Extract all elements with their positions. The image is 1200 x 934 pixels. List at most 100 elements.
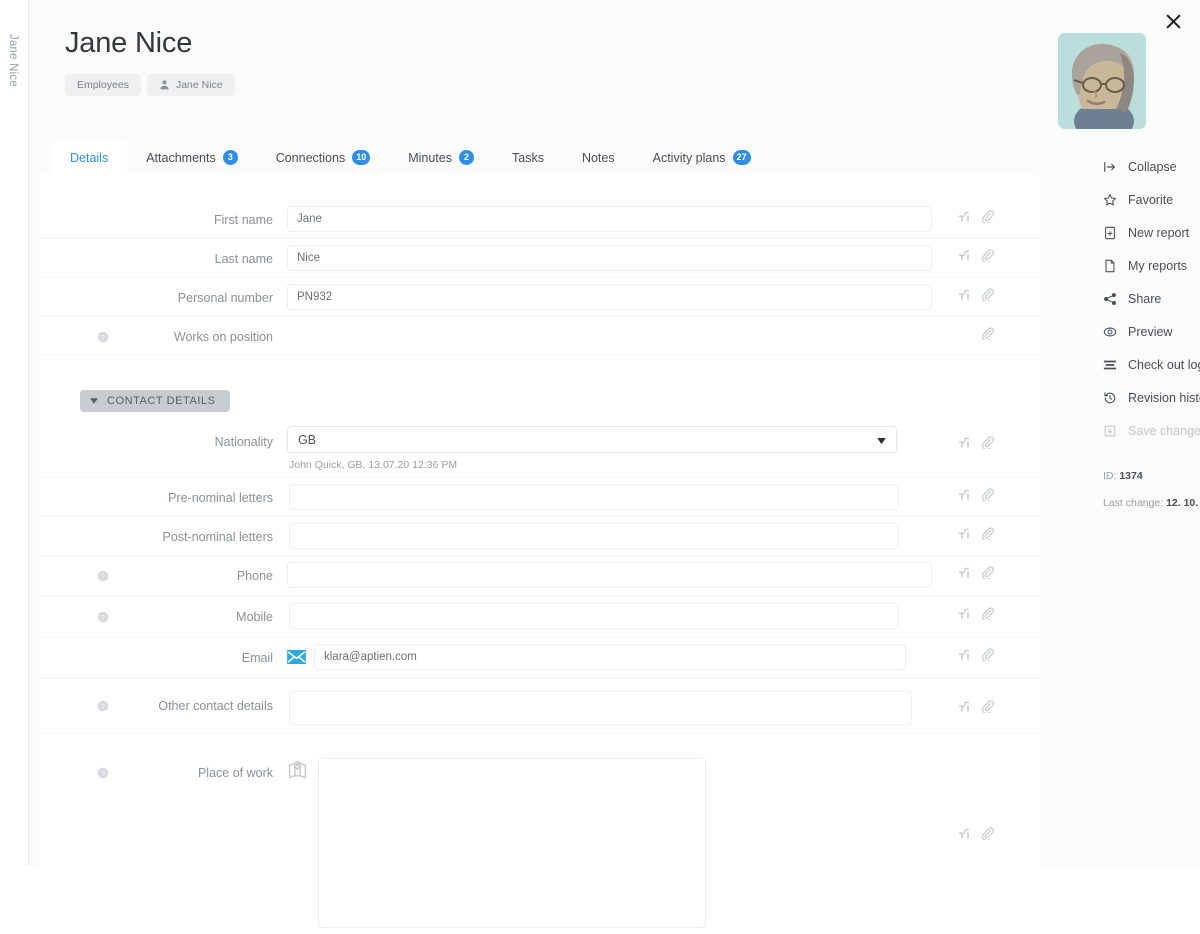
first-name-input[interactable]: Jane (287, 206, 932, 232)
help-icon[interactable]: ? (97, 610, 109, 623)
sidebar-item-label: Preview (1128, 324, 1173, 339)
avatar[interactable] (1058, 33, 1146, 129)
tab-badge: 10 (352, 150, 371, 165)
section-chip[interactable]: CONTACT DETAILS (80, 390, 230, 412)
field-label: Pre-nominal letters (168, 491, 273, 505)
form-row-email: Email klara@aptien.com (39, 638, 1040, 679)
star-icon (1103, 193, 1117, 207)
pin-icon[interactable] (957, 488, 970, 506)
tab-connections[interactable]: Connections 10 (257, 141, 390, 174)
row-actions (957, 827, 994, 845)
tab-label: Minutes (408, 150, 452, 165)
tab-bar: Details Attachments 3 Connections 10 Min… (51, 141, 770, 174)
tab-tasks[interactable]: Tasks (493, 141, 563, 174)
row-actions (957, 210, 994, 228)
other-contact-details-input[interactable] (289, 691, 912, 725)
mobile-input[interactable] (289, 603, 899, 629)
sidebar-item-label: My reports (1128, 258, 1188, 273)
pin-icon[interactable] (957, 210, 970, 228)
help-icon[interactable]: ? (97, 766, 109, 779)
pin-icon[interactable] (957, 607, 970, 625)
close-icon[interactable] (1161, 9, 1185, 33)
works-on-position-value[interactable] (287, 323, 1040, 345)
place-of-work-input[interactable] (318, 758, 706, 928)
sidebar-item-collapse[interactable]: Collapse (1069, 150, 1200, 183)
paperclip-icon[interactable] (981, 648, 994, 666)
sidebar-item-revision-history[interactable]: Revision history (1069, 381, 1200, 414)
caret-down-icon (90, 395, 98, 407)
pin-icon[interactable] (957, 288, 970, 306)
pin-icon[interactable] (957, 527, 970, 545)
history-icon (1103, 391, 1117, 405)
sidebar-item-new-report[interactable]: New report (1069, 216, 1200, 249)
paperclip-icon[interactable] (981, 288, 994, 306)
sidebar-item-label: Favorite (1128, 192, 1174, 207)
pin-icon[interactable] (957, 249, 970, 267)
email-input[interactable]: klara@aptien.com (314, 644, 906, 670)
form-row-other-contact-details: ? Other contact details (39, 679, 1040, 734)
pin-icon[interactable] (957, 436, 970, 454)
pre-nominal-letters-input[interactable] (289, 484, 899, 510)
row-actions (957, 527, 994, 545)
phone-input[interactable] (287, 562, 932, 588)
paperclip-icon[interactable] (981, 607, 994, 625)
breadcrumb: Employees Jane Nice (65, 73, 235, 96)
nationality-select[interactable]: GB (287, 426, 897, 453)
sidebar-item-my-reports[interactable]: My reports (1069, 249, 1200, 282)
post-nominal-letters-input[interactable] (289, 523, 899, 549)
help-icon[interactable]: ? (97, 699, 109, 712)
tab-label: Activity plans (652, 150, 726, 165)
map-pin-icon[interactable] (287, 760, 308, 786)
pin-icon[interactable] (957, 827, 970, 845)
record-id: ID: 1374 (1103, 470, 1200, 482)
sidebar-item-label: Share (1128, 291, 1162, 306)
envelope-icon[interactable] (287, 650, 306, 664)
paperclip-icon[interactable] (981, 488, 994, 506)
document-icon (1103, 259, 1117, 273)
paperclip-icon[interactable] (981, 249, 994, 267)
paperclip-icon[interactable] (981, 827, 994, 845)
pin-icon[interactable] (957, 566, 970, 584)
section-header-contact-details[interactable]: CONTACT DETAILS (39, 376, 1040, 422)
tab-minutes[interactable]: Minutes 2 (389, 141, 493, 174)
pin-icon[interactable] (957, 648, 970, 666)
action-sidebar: Collapse Favorite New report My reports (1069, 150, 1200, 524)
breadcrumb-item-jane-nice[interactable]: Jane Nice (146, 73, 235, 96)
sidebar-item-label: Revision history (1128, 390, 1200, 405)
nationality-meta: John Quick, GB, 13.07.20 12:36 PM (289, 459, 458, 471)
field-label: Nationality (214, 435, 273, 449)
last-name-input[interactable]: Nice (287, 245, 932, 271)
row-actions (957, 288, 994, 306)
page-surface: Jane Nice Employees Jane Nice Details At… (29, 0, 1200, 928)
paperclip-icon[interactable] (981, 210, 994, 228)
personal-number-input[interactable]: PN932 (287, 284, 932, 310)
sidebar-item-check-out-log[interactable]: Check out log (1069, 348, 1200, 381)
share-icon (1103, 292, 1117, 306)
sidebar-item-share[interactable]: Share (1069, 282, 1200, 315)
eye-icon (1103, 325, 1117, 339)
paperclip-icon[interactable] (981, 436, 994, 454)
form-row-first-name: First name Jane (39, 200, 1040, 239)
form-row-post-nominal-letters: Post-nominal letters (39, 517, 1040, 556)
help-icon[interactable]: ? (97, 330, 109, 343)
paperclip-icon[interactable] (981, 566, 994, 584)
tab-details[interactable]: Details (51, 141, 128, 174)
sidebar-item-label: Collapse (1128, 159, 1177, 174)
section-label: CONTACT DETAILS (107, 395, 216, 407)
paperclip-icon[interactable] (981, 700, 994, 718)
breadcrumb-item-employees[interactable]: Employees (65, 73, 141, 96)
pin-icon[interactable] (957, 700, 970, 718)
sidebar-item-favorite[interactable]: Favorite (1069, 183, 1200, 216)
field-label: Last name (214, 252, 273, 266)
tab-activity-plans[interactable]: Activity plans 27 (634, 141, 770, 174)
paperclip-icon[interactable] (981, 327, 994, 345)
tab-label: Tasks (512, 150, 544, 165)
field-label: Other contact details (158, 699, 273, 713)
tab-attachments[interactable]: Attachments 3 (127, 141, 256, 174)
page-title: Jane Nice (65, 27, 193, 59)
tab-notes[interactable]: Notes (563, 141, 634, 174)
help-icon[interactable]: ? (97, 569, 109, 582)
sidebar-item-preview[interactable]: Preview (1069, 315, 1200, 348)
field-label: Email (241, 651, 273, 665)
paperclip-icon[interactable] (981, 527, 994, 545)
